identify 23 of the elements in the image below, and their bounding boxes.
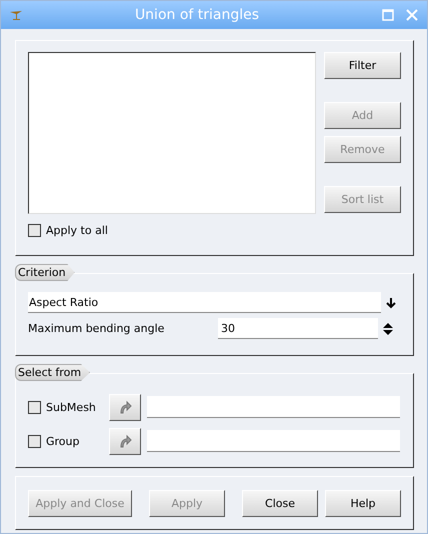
input-field[interactable] [147, 430, 400, 452]
checkbox[interactable] [28, 224, 41, 237]
checkbox-label: Apply to all [46, 224, 108, 237]
angle-field[interactable]: 30 [218, 318, 378, 339]
curved-arrow-icon [118, 400, 132, 414]
checkbox[interactable] [28, 434, 41, 448]
group-title: Select from [15, 364, 90, 381]
field-label: Maximum bending angle [28, 322, 166, 335]
action-button[interactable]: Filter [324, 52, 401, 79]
spin-arrows-icon[interactable] [382, 322, 394, 336]
window-title: Union of triangles [134, 7, 260, 23]
checkbox-label: SubMesh [46, 400, 96, 414]
action-button[interactable]: Help [325, 490, 401, 516]
down-arrow-icon [385, 296, 397, 308]
select-button[interactable] [109, 394, 141, 420]
action-button[interactable]: Close [242, 490, 318, 516]
select-button[interactable] [109, 428, 141, 454]
curved-arrow-icon [118, 434, 132, 448]
checkbox[interactable] [28, 400, 41, 414]
input-field[interactable] [147, 396, 400, 418]
checkbox-label: Group [46, 434, 80, 448]
group-title: Criterion [15, 264, 75, 281]
app-icon [9, 8, 23, 22]
